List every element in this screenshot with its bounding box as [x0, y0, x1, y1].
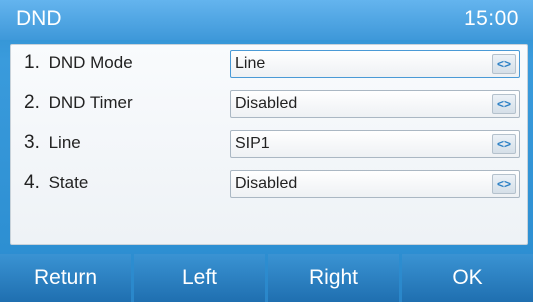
setting-number: 3.	[24, 132, 40, 153]
setting-number: 2.	[24, 92, 40, 113]
setting-row-dnd-timer[interactable]: 2. DND Timer Disabled <>	[11, 85, 527, 121]
dnd-mode-select[interactable]: Line <>	[230, 50, 520, 78]
softkey-bar: Return Left Right OK	[0, 254, 533, 302]
left-button[interactable]: Left	[134, 254, 265, 302]
return-button[interactable]: Return	[0, 254, 131, 302]
setting-label: 4. State	[24, 172, 88, 194]
dnd-timer-select[interactable]: Disabled <>	[230, 90, 520, 118]
setting-label: 1. DND Mode	[24, 52, 133, 74]
setting-label: 2. DND Timer	[24, 92, 133, 114]
select-value: Line	[235, 55, 266, 72]
phone-screen: DND 15:00 1. DND Mode Line <> 2. DND Tim…	[0, 0, 533, 302]
setting-name: State	[48, 173, 89, 192]
clock: 15:00	[463, 7, 519, 30]
setting-number: 4.	[24, 172, 40, 193]
line-select[interactable]: SIP1 <>	[230, 130, 520, 158]
setting-row-state[interactable]: 4. State Disabled <>	[11, 165, 527, 201]
left-right-arrows-icon[interactable]: <>	[492, 174, 516, 194]
page-title: DND	[16, 7, 62, 30]
title-bar: DND 15:00	[0, 0, 533, 40]
right-button[interactable]: Right	[268, 254, 399, 302]
setting-name: Line	[48, 133, 81, 152]
select-value: Disabled	[235, 175, 298, 192]
state-select[interactable]: Disabled <>	[230, 170, 520, 198]
settings-panel: 1. DND Mode Line <> 2. DND Timer Disable…	[10, 44, 528, 245]
select-value: SIP1	[235, 135, 270, 152]
setting-name: DND Timer	[48, 93, 133, 112]
select-value: Disabled	[235, 95, 298, 112]
left-right-arrows-icon[interactable]: <>	[492, 134, 516, 154]
ok-button[interactable]: OK	[402, 254, 533, 302]
setting-number: 1.	[24, 52, 40, 73]
setting-label: 3. Line	[24, 132, 81, 154]
setting-row-dnd-mode[interactable]: 1. DND Mode Line <>	[11, 45, 527, 81]
setting-name: DND Mode	[48, 53, 133, 72]
left-right-arrows-icon[interactable]: <>	[492, 94, 516, 114]
setting-row-line[interactable]: 3. Line SIP1 <>	[11, 125, 527, 161]
left-right-arrows-icon[interactable]: <>	[492, 54, 516, 74]
